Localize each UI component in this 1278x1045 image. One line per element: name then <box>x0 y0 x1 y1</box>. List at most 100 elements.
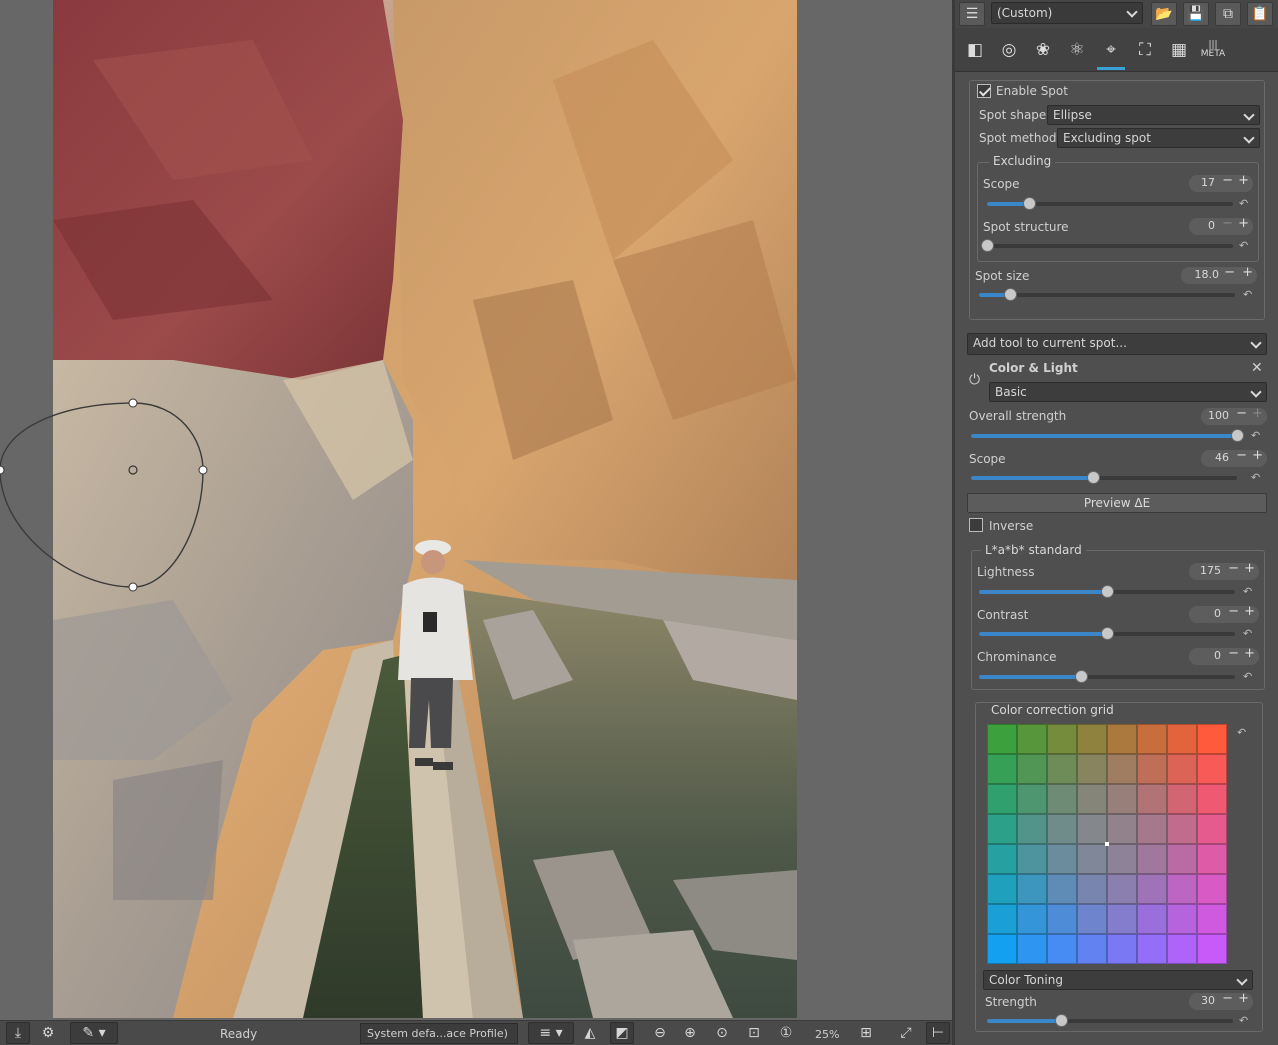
slider-knob[interactable] <box>981 239 994 252</box>
spot-size-value[interactable]: 18.0− + <box>1181 265 1257 284</box>
queue-settings-icon[interactable]: ⚙ <box>36 1022 60 1044</box>
save-image-icon[interactable]: ⤓ <box>6 1022 30 1044</box>
grid-center-point[interactable] <box>1105 842 1109 846</box>
reset-icon[interactable]: ↶ <box>1239 197 1248 210</box>
spot-method-select[interactable]: Excluding spot <box>1057 128 1260 148</box>
excluding-scope-value[interactable]: 17− + <box>1189 173 1253 192</box>
close-icon[interactable]: ✕ <box>1251 360 1263 376</box>
plus-icon[interactable]: + <box>1252 406 1263 421</box>
output-profile-select[interactable]: System defa...ace Profile) <box>360 1023 518 1044</box>
slider-knob[interactable] <box>1003 288 1017 301</box>
strength-number: 30 <box>1201 994 1215 1007</box>
save-profile-icon[interactable]: 💾 <box>1183 2 1209 26</box>
fullscreen-icon[interactable]: ⤢ <box>894 1022 918 1044</box>
reset-icon[interactable]: ↶ <box>1243 670 1252 683</box>
zoom-out-icon[interactable]: ⊖ <box>648 1022 672 1044</box>
minus-icon[interactable]: − <box>1222 216 1233 231</box>
minus-icon[interactable]: − <box>1236 448 1247 463</box>
cl-scope-value[interactable]: 46− + <box>1201 448 1267 467</box>
paste-profile-icon[interactable]: 📋 <box>1247 2 1273 26</box>
spot-shape-select[interactable]: Ellipse <box>1047 105 1260 125</box>
profile-list-icon[interactable]: ☰ <box>959 2 985 26</box>
excluding-scope-slider[interactable] <box>987 197 1233 210</box>
zoom-fit-icon[interactable]: ⊙ <box>710 1022 734 1044</box>
gamut-check-icon[interactable]: ◭ <box>578 1022 602 1044</box>
reset-icon[interactable]: ↶ <box>1243 627 1252 640</box>
minus-icon[interactable]: − <box>1236 406 1247 421</box>
power-icon[interactable]: ⏻ <box>969 372 980 388</box>
toggle-panel-icon[interactable]: ⊢ <box>926 1022 950 1044</box>
raw-icon[interactable]: ▦ <box>1165 36 1193 64</box>
overall-strength-value[interactable]: 100− + <box>1201 406 1267 425</box>
lightness-slider[interactable] <box>979 585 1235 598</box>
plus-icon[interactable]: + <box>1252 448 1263 463</box>
spot-structure-value[interactable]: 0− + <box>1189 216 1253 235</box>
spot-structure-slider[interactable] <box>981 239 1233 252</box>
zoom-100-icon[interactable]: ① <box>774 1022 798 1044</box>
color-toning-select[interactable]: Color Toning <box>983 970 1253 990</box>
reset-icon[interactable]: ↶ <box>1237 726 1246 739</box>
strength-value[interactable]: 30− + <box>1189 991 1253 1010</box>
minus-icon[interactable]: − <box>1228 646 1239 661</box>
color-light-mode-select[interactable]: Basic <box>989 382 1267 402</box>
enable-spot-checkbox[interactable] <box>977 84 991 98</box>
inverse-checkbox[interactable] <box>969 518 983 532</box>
add-tool-select[interactable]: Add tool to current spot... <box>967 333 1267 355</box>
plus-icon[interactable]: + <box>1238 216 1249 231</box>
copy-profile-icon[interactable]: ⧉ <box>1215 2 1241 26</box>
meta-icon[interactable]: ||| META <box>1199 36 1227 64</box>
preview-delta-e-button[interactable]: Preview ΔE <box>967 493 1267 513</box>
reset-icon[interactable]: ↶ <box>1243 288 1252 301</box>
contrast-slider[interactable] <box>979 627 1235 640</box>
intent-select-icon[interactable]: ≡ ▾ <box>528 1022 574 1044</box>
open-profile-icon[interactable]: 📂 <box>1151 2 1177 26</box>
minus-icon[interactable]: − <box>1228 604 1239 619</box>
plus-icon[interactable]: + <box>1244 646 1255 661</box>
minus-icon[interactable]: − <box>1224 265 1235 280</box>
reset-icon[interactable]: ↶ <box>1239 1014 1248 1027</box>
zoom-fit-crop-icon[interactable]: ⊡ <box>742 1022 766 1044</box>
cl-scope-slider[interactable] <box>971 471 1237 484</box>
slider-knob[interactable] <box>1022 197 1036 210</box>
chrominance-slider[interactable] <box>979 670 1235 683</box>
grid-cell <box>1017 814 1047 844</box>
slider-knob[interactable] <box>1087 471 1101 484</box>
spot-size-slider[interactable] <box>979 288 1235 301</box>
contrast-value[interactable]: 0− + <box>1189 604 1259 623</box>
slider-knob[interactable] <box>1101 585 1114 598</box>
photo-canyon[interactable] <box>53 0 797 1018</box>
reset-icon[interactable]: ↶ <box>1251 429 1260 442</box>
reset-icon[interactable]: ↶ <box>1243 585 1252 598</box>
editor-tool-icon[interactable]: ✎ ▾ <box>70 1022 118 1044</box>
reset-icon[interactable]: ↶ <box>1239 239 1248 252</box>
soft-proof-icon[interactable]: ◩ <box>610 1022 634 1044</box>
chrominance-value[interactable]: 0− + <box>1189 646 1259 665</box>
image-viewer[interactable] <box>0 0 952 1020</box>
plus-icon[interactable]: + <box>1238 991 1249 1006</box>
advanced-icon[interactable]: ⚛ <box>1063 36 1091 64</box>
minus-icon[interactable]: − <box>1222 991 1233 1006</box>
slider-knob[interactable] <box>1054 1014 1068 1027</box>
color-correction-grid[interactable] <box>987 724 1227 964</box>
local-adjustments-icon[interactable]: ⌖ <box>1097 36 1125 70</box>
transform-icon[interactable]: ⛶ <box>1131 36 1159 64</box>
tool-scroll-area[interactable]: Enable Spot Spot shape: Ellipse Spot met… <box>955 72 1278 1045</box>
strength-slider[interactable] <box>987 1014 1233 1027</box>
minus-icon[interactable]: − <box>1222 173 1233 188</box>
detail-icon[interactable]: ◎ <box>995 36 1023 64</box>
zoom-in-icon[interactable]: ⊕ <box>678 1022 702 1044</box>
minus-icon[interactable]: − <box>1228 561 1239 576</box>
plus-icon[interactable]: + <box>1238 173 1249 188</box>
plus-icon[interactable]: + <box>1244 604 1255 619</box>
processing-profile-select[interactable]: (Custom) <box>991 2 1143 24</box>
lightness-value[interactable]: 175− + <box>1189 561 1259 580</box>
plus-icon[interactable]: + <box>1244 561 1255 576</box>
slider-knob[interactable] <box>1231 429 1244 442</box>
reset-icon[interactable]: ↶ <box>1251 471 1260 484</box>
plus-icon[interactable]: + <box>1242 265 1253 280</box>
overall-strength-slider[interactable] <box>971 429 1244 442</box>
slider-knob[interactable] <box>1101 627 1114 640</box>
new-detail-window-icon[interactable]: ⊞ <box>854 1022 878 1044</box>
exposure-icon[interactable]: ◧ <box>961 36 989 64</box>
color-icon[interactable]: ❀ <box>1029 36 1057 64</box>
